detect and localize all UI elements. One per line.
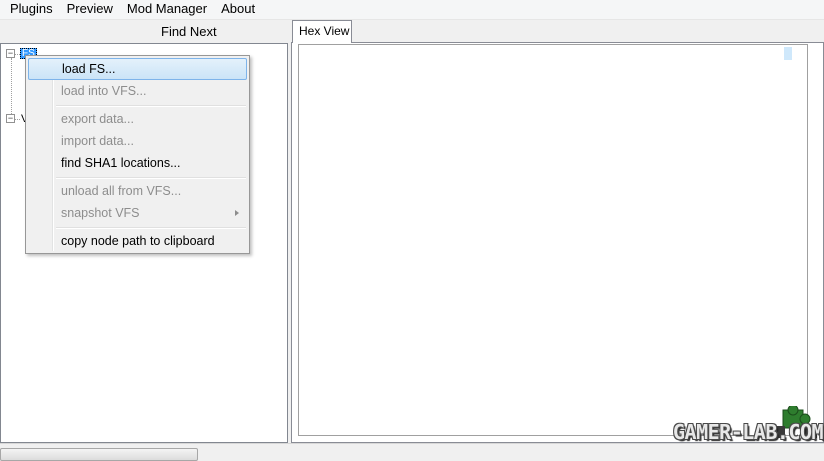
watermark-logo: GAMER-LAB.COM bbox=[673, 406, 824, 461]
context-menu: load FS... load into VFS... export data.… bbox=[25, 55, 250, 254]
menu-item-snapshot-vfs[interactable]: snapshot VFS bbox=[28, 202, 247, 224]
menu-mod-manager[interactable]: Mod Manager bbox=[120, 0, 214, 20]
tab-hex-view[interactable]: Hex View bbox=[292, 20, 352, 43]
find-next-button[interactable]: Find Next bbox=[153, 21, 287, 42]
tree-connector-line bbox=[11, 58, 12, 120]
menu-item-export-data[interactable]: export data... bbox=[28, 108, 247, 130]
menu-bar: Plugins Preview Mod Manager About bbox=[0, 0, 824, 20]
menu-item-find-sha1[interactable]: find SHA1 locations... bbox=[28, 152, 247, 174]
menu-item-unload-all[interactable]: unload all from VFS... bbox=[28, 180, 247, 202]
hex-view-editor[interactable] bbox=[298, 44, 808, 436]
menu-about[interactable]: About bbox=[214, 0, 262, 20]
menu-preview[interactable]: Preview bbox=[60, 0, 120, 20]
menu-separator bbox=[56, 177, 246, 179]
menu-separator bbox=[56, 105, 246, 107]
menu-item-load-fs[interactable]: load FS... bbox=[28, 58, 247, 80]
collapse-toggle-icon[interactable]: − bbox=[6, 49, 15, 58]
menu-separator bbox=[56, 227, 246, 229]
menu-item-copy-node-path[interactable]: copy node path to clipboard bbox=[28, 230, 247, 252]
menu-plugins[interactable]: Plugins bbox=[3, 0, 60, 20]
hex-caret bbox=[784, 47, 792, 60]
horizontal-scrollbar[interactable] bbox=[0, 448, 198, 461]
submenu-arrow-icon bbox=[235, 210, 239, 216]
menu-item-import-data[interactable]: import data... bbox=[28, 130, 247, 152]
collapse-toggle-icon[interactable]: − bbox=[6, 114, 15, 123]
menu-item-snapshot-label: snapshot VFS bbox=[61, 206, 140, 220]
menu-item-load-into-vfs[interactable]: load into VFS... bbox=[28, 80, 247, 102]
watermark-text: GAMER-LAB.COM bbox=[673, 420, 824, 444]
